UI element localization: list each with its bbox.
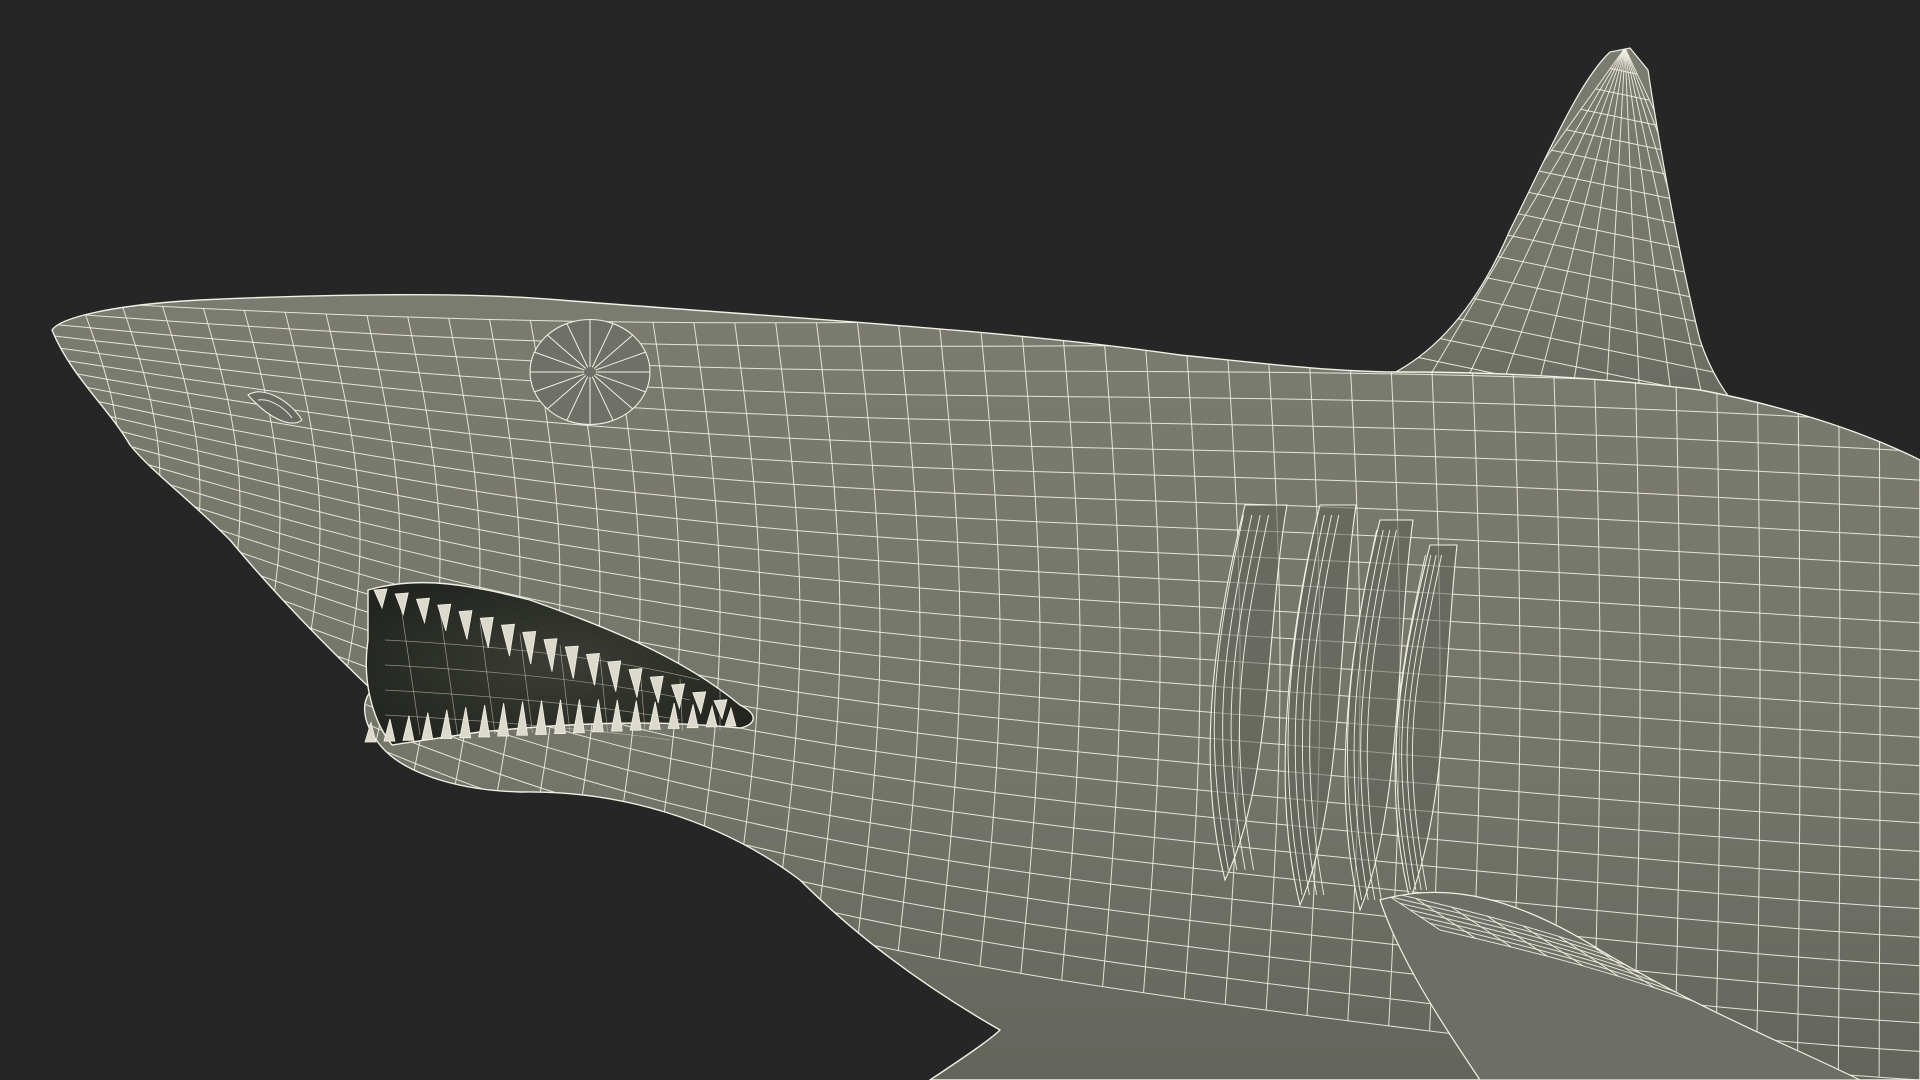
shark-eye — [529, 318, 651, 426]
3d-viewport[interactable] — [0, 0, 1920, 1080]
shark-wireframe-render — [51, 47, 1920, 1080]
shark-body — [51, 294, 1920, 1080]
